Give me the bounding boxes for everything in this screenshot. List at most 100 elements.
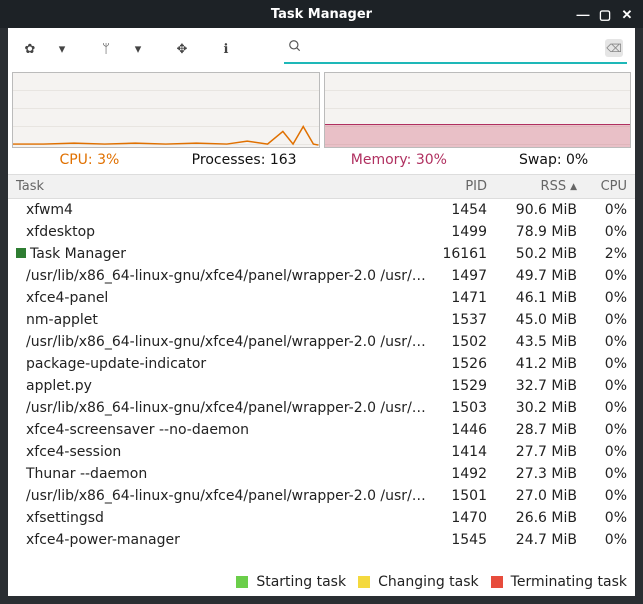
task-cpu: 0% <box>577 290 627 306</box>
task-name: applet.py <box>16 378 427 394</box>
tree-menu-button[interactable]: ▾ <box>124 33 152 65</box>
task-cpu: 0% <box>577 312 627 328</box>
table-row[interactable]: package-update-indicator152641.2 MiB0% <box>8 353 635 375</box>
task-name: Thunar --daemon <box>16 466 427 482</box>
graphs-row <box>8 70 635 148</box>
search-box[interactable]: ⌫ <box>284 34 627 64</box>
task-cpu: 0% <box>577 356 627 372</box>
table-row[interactable]: /usr/lib/x86_64-linux-gnu/xfce4/panel/wr… <box>8 397 635 419</box>
table-row[interactable]: /usr/lib/x86_64-linux-gnu/xfce4/panel/wr… <box>8 485 635 507</box>
table-row[interactable]: Thunar --daemon149227.3 MiB0% <box>8 463 635 485</box>
table-row[interactable]: xfdesktop149978.9 MiB0% <box>8 221 635 243</box>
task-name: xfce4-power-manager <box>16 532 427 548</box>
chevron-down-icon: ▾ <box>135 42 142 57</box>
table-row[interactable]: xfsettingsd147026.6 MiB0% <box>8 507 635 529</box>
cpu-graph[interactable] <box>12 72 320 148</box>
task-cpu: 0% <box>577 444 627 460</box>
table-row[interactable]: /usr/lib/x86_64-linux-gnu/xfce4/panel/wr… <box>8 331 635 353</box>
task-rss: 90.6 MiB <box>487 202 577 218</box>
settings-button[interactable]: ✿ <box>16 33 44 65</box>
task-name: xfsettingsd <box>16 510 427 526</box>
task-cpu: 0% <box>577 488 627 504</box>
task-pid: 1470 <box>427 510 487 526</box>
gear-icon: ✿ <box>25 42 36 57</box>
clear-search-icon[interactable]: ⌫ <box>605 39 623 57</box>
settings-menu-button[interactable]: ▾ <box>48 33 76 65</box>
swap-stat: Swap: 0% <box>476 152 631 168</box>
tree-icon: ᛘ <box>102 42 110 57</box>
table-row[interactable]: xfce4-screensaver --no-daemon144628.7 Mi… <box>8 419 635 441</box>
task-cpu: 0% <box>577 532 627 548</box>
task-rss: 49.7 MiB <box>487 268 577 284</box>
task-rss: 27.0 MiB <box>487 488 577 504</box>
task-name: xfce4-screensaver --no-daemon <box>16 422 427 438</box>
cpu-stat: CPU: 3% <box>12 152 167 168</box>
info-button[interactable]: ℹ <box>212 33 240 65</box>
task-cpu: 0% <box>577 224 627 240</box>
column-pid[interactable]: PID <box>427 179 487 194</box>
task-pid: 16161 <box>427 246 487 262</box>
task-pid: 1454 <box>427 202 487 218</box>
active-task-badge <box>16 248 26 258</box>
task-rss: 28.7 MiB <box>487 422 577 438</box>
starting-swatch <box>236 576 248 588</box>
table-row[interactable]: Task Manager1616150.2 MiB2% <box>8 243 635 265</box>
task-rss: 41.2 MiB <box>487 356 577 372</box>
task-rss: 26.6 MiB <box>487 510 577 526</box>
stats-row: CPU: 3% Processes: 163 Memory: 30% Swap:… <box>8 148 635 174</box>
crosshair-icon: ✥ <box>177 42 188 57</box>
memory-stat: Memory: 30% <box>322 152 477 168</box>
table-row[interactable]: xfce4-panel147146.1 MiB0% <box>8 287 635 309</box>
search-icon <box>288 39 302 57</box>
task-cpu: 0% <box>577 510 627 526</box>
column-rss[interactable]: RSS ▲ <box>487 179 577 194</box>
search-input[interactable] <box>310 41 605 56</box>
terminating-swatch <box>491 576 503 588</box>
task-name: Task Manager <box>16 246 427 262</box>
task-name: /usr/lib/x86_64-linux-gnu/xfce4/panel/wr… <box>16 400 427 416</box>
tree-button[interactable]: ᛘ <box>92 33 120 65</box>
task-cpu: 0% <box>577 378 627 394</box>
task-cpu: 0% <box>577 268 627 284</box>
titlebar[interactable]: Task Manager — ▢ ✕ <box>0 0 643 28</box>
window-title: Task Manager <box>271 7 372 22</box>
task-name: /usr/lib/x86_64-linux-gnu/xfce4/panel/wr… <box>16 488 427 504</box>
task-cpu: 0% <box>577 466 627 482</box>
task-rss: 45.0 MiB <box>487 312 577 328</box>
task-rss: 27.7 MiB <box>487 444 577 460</box>
table-row[interactable]: xfwm4145490.6 MiB0% <box>8 199 635 221</box>
table-row[interactable]: /usr/lib/x86_64-linux-gnu/xfce4/panel/wr… <box>8 265 635 287</box>
task-pid: 1471 <box>427 290 487 306</box>
maximize-icon[interactable]: ▢ <box>597 8 613 21</box>
task-cpu: 0% <box>577 422 627 438</box>
column-cpu[interactable]: CPU <box>577 179 627 194</box>
task-list[interactable]: xfwm4145490.6 MiB0%xfdesktop149978.9 MiB… <box>8 199 635 570</box>
table-row[interactable]: applet.py152932.7 MiB0% <box>8 375 635 397</box>
memory-graph[interactable] <box>324 72 632 148</box>
task-name: /usr/lib/x86_64-linux-gnu/xfce4/panel/wr… <box>16 334 427 350</box>
sort-ascending-icon: ▲ <box>570 182 577 192</box>
task-name: package-update-indicator <box>16 356 427 372</box>
close-icon[interactable]: ✕ <box>619 8 635 21</box>
task-name: xfce4-panel <box>16 290 427 306</box>
table-row[interactable]: nm-applet153745.0 MiB0% <box>8 309 635 331</box>
task-cpu: 2% <box>577 246 627 262</box>
task-name: nm-applet <box>16 312 427 328</box>
table-row[interactable]: xfce4-power-manager154524.7 MiB0% <box>8 529 635 551</box>
column-rss-label: RSS <box>541 179 567 194</box>
task-cpu: 0% <box>577 334 627 350</box>
task-pid: 1545 <box>427 532 487 548</box>
task-pid: 1414 <box>427 444 487 460</box>
task-rss: 50.2 MiB <box>487 246 577 262</box>
task-rss: 27.3 MiB <box>487 466 577 482</box>
task-pid: 1497 <box>427 268 487 284</box>
toolbar: ✿ ▾ ᛘ ▾ ✥ ℹ <box>8 28 635 70</box>
task-name: xfdesktop <box>16 224 427 240</box>
minimize-icon[interactable]: — <box>575 8 591 21</box>
table-row[interactable]: xfce4-session141427.7 MiB0% <box>8 441 635 463</box>
task-pid: 1537 <box>427 312 487 328</box>
changing-swatch <box>358 576 370 588</box>
task-name: xfwm4 <box>16 202 427 218</box>
column-task[interactable]: Task <box>16 179 427 194</box>
crosshair-button[interactable]: ✥ <box>168 33 196 65</box>
